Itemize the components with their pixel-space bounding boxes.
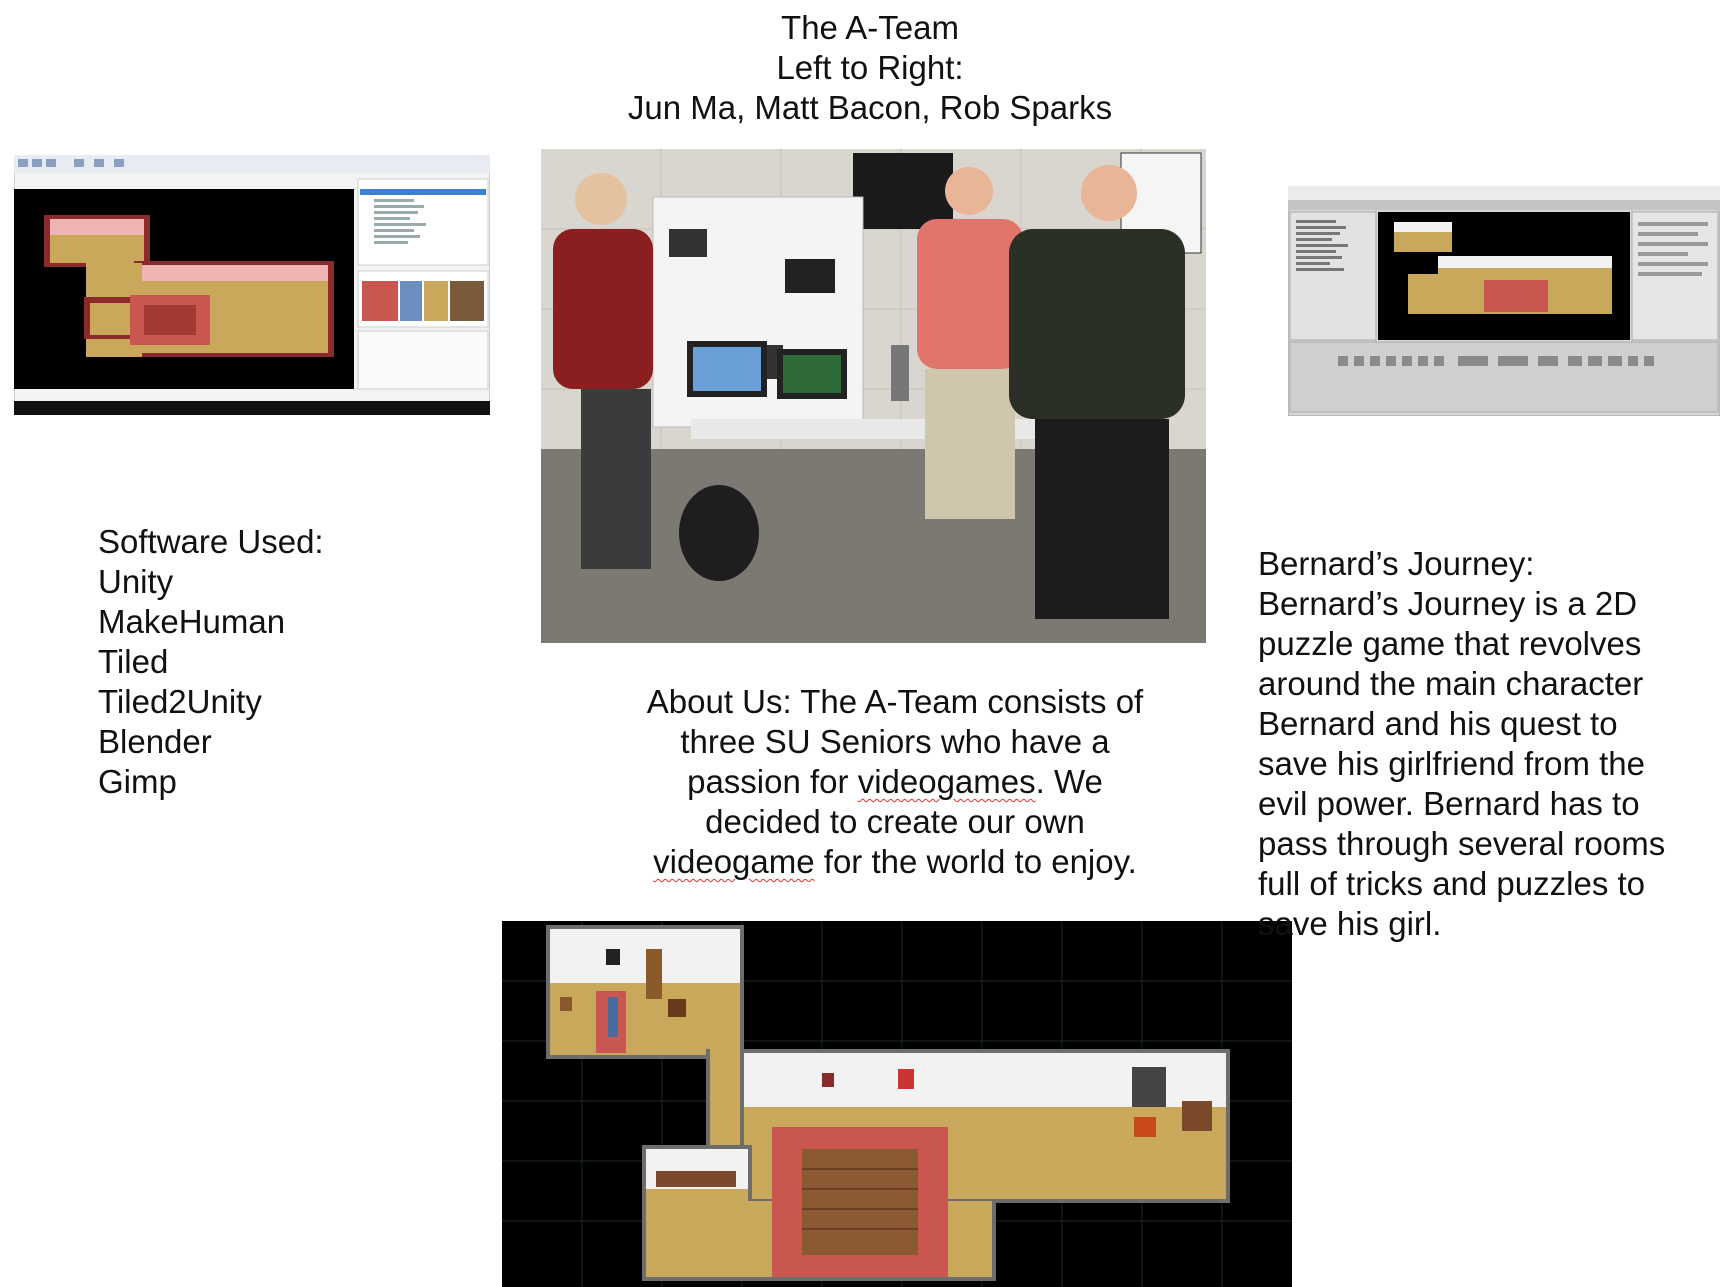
game-description: Bernard’s Journey: Bernard’s Journey is …: [1258, 544, 1713, 944]
spellcheck-word: videogames: [857, 763, 1036, 800]
software-heading: Software Used:: [98, 523, 324, 560]
unity-editor-screenshot: [1288, 186, 1720, 416]
game-heading: Bernard’s Journey:: [1258, 545, 1535, 582]
game-desc-line: full of tricks and puzzles to: [1258, 865, 1646, 902]
game-map-screenshot: [502, 921, 1292, 1287]
game-desc-line: pass through several rooms: [1258, 825, 1666, 862]
game-desc-line: Bernard and his quest to: [1258, 705, 1618, 742]
software-item: Tiled2Unity: [98, 683, 262, 720]
software-item: Gimp: [98, 763, 177, 800]
software-item: MakeHuman: [98, 603, 286, 640]
about-line: passion for videogames. We: [600, 762, 1190, 802]
team-photo: [541, 149, 1206, 643]
spellcheck-word: videogame: [653, 843, 815, 880]
software-item: Unity: [98, 563, 174, 600]
poster-title: The A-Team Left to Right: Jun Ma, Matt B…: [520, 8, 1220, 128]
about-text-fragment: for the world to enjoy.: [814, 843, 1137, 880]
about-line: decided to create our own: [705, 803, 1085, 840]
game-desc-line: evil power. Bernard has to: [1258, 785, 1640, 822]
software-item: Tiled: [98, 643, 169, 680]
game-desc-line: save his girlfriend from the: [1258, 745, 1645, 782]
tiled-editor-screenshot: [14, 147, 490, 415]
game-desc-line: around the main character: [1258, 665, 1644, 702]
about-us-text: About Us: The A-Team consists of three S…: [600, 682, 1190, 882]
about-text-fragment: passion for: [687, 763, 858, 800]
game-desc-line: puzzle game that revolves: [1258, 625, 1642, 662]
about-line: About Us: The A-Team consists of: [646, 683, 1144, 720]
title-line: Jun Ma, Matt Bacon, Rob Sparks: [627, 89, 1113, 126]
title-line: The A-Team: [781, 9, 959, 46]
software-item: Blender: [98, 723, 212, 760]
about-line: three SU Seniors who have a: [680, 723, 1110, 760]
title-line: Left to Right:: [776, 49, 964, 86]
game-desc-line: save his girl.: [1258, 905, 1442, 942]
about-text-fragment: . We: [1035, 763, 1103, 800]
software-list: Software Used: Unity MakeHuman Tiled Til…: [98, 522, 498, 802]
game-desc-line: Bernard’s Journey is a 2D: [1258, 585, 1638, 622]
about-line: videogame for the world to enjoy.: [600, 842, 1190, 882]
